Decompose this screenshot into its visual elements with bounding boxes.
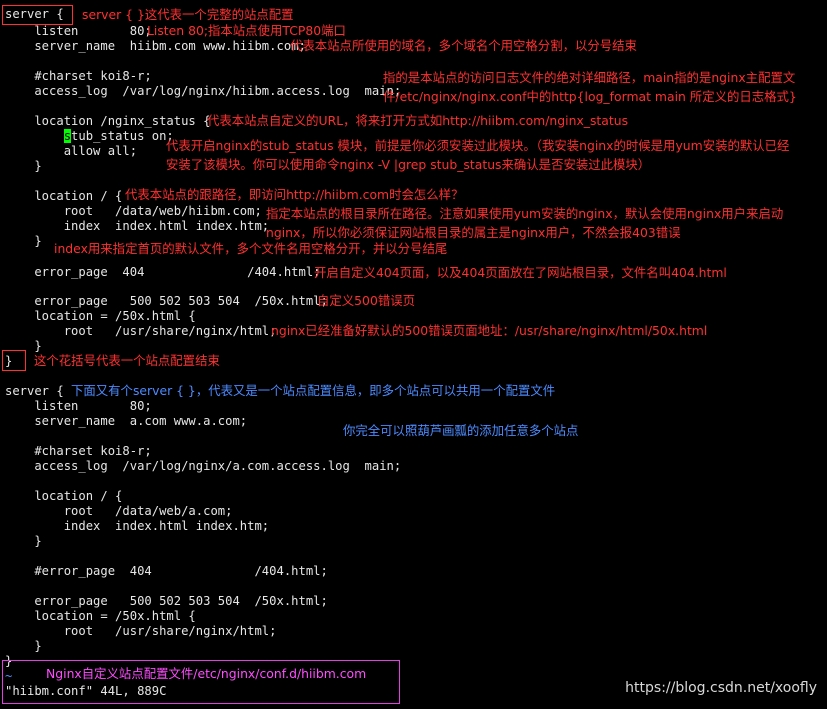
code-line: error_page 500 502 503 504 /50x.html; xyxy=(5,294,328,308)
annotation-config-file-path: Nginx自定义站点配置文件/etc/nginx/conf.d/hiibm.co… xyxy=(46,666,367,681)
annotation-close-brace: 这个花括号代表一个站点配置结束 xyxy=(34,353,220,368)
annotation-status-location: 代表本站点自定义的URL，将来打开方式如http://hiibm.com/ngi… xyxy=(207,113,629,128)
code-line: server { xyxy=(5,384,64,398)
server-close-highlight-box xyxy=(2,350,26,371)
annotation-access-log-2: 件/etc/nginx/nginx.conf中的http{log_format … xyxy=(383,89,797,104)
code-line: error_page 500 502 503 504 /50x.html; xyxy=(5,594,328,608)
code-line: location = /50x.html { xyxy=(5,309,196,323)
annotation-stub-status-1: 代表开启nginx的stub_status 模块，前提是你必须安装过此模块。（我… xyxy=(166,138,790,153)
code-line: root /usr/share/nginx/html; xyxy=(5,624,277,638)
code-line: index index.html index.htm; xyxy=(5,219,270,233)
code-line: location = /50x.html { xyxy=(5,609,196,623)
code-line: index index.html index.htm; xyxy=(5,519,270,533)
annotation-access-log-1: 指的是本站点的访问日志文件的绝对详细路径，main指的是nginx主配置文 xyxy=(383,70,796,85)
code-line: server_name a.com www.a.com; xyxy=(5,414,248,428)
code-line: server_name hiibm.com www.hiibm.com; xyxy=(5,39,306,53)
code-line: root /data/web/hiibm.com; xyxy=(5,204,262,218)
code-line: listen 80; xyxy=(5,24,152,38)
code-line: } xyxy=(5,234,42,248)
annotation-50x-path: nginx已经准备好默认的500错误页面地址：/usr/share/nginx/… xyxy=(271,323,708,338)
code-line: root /usr/share/nginx/html; xyxy=(5,324,277,338)
code-line: listen 80; xyxy=(5,399,152,413)
text-cursor: s xyxy=(63,129,72,143)
code-line: error_page 404 /404.html; xyxy=(5,265,321,279)
code-line: access_log /var/log/nginx/a.com.access.l… xyxy=(5,459,402,473)
annotation-add-sites: 你完全可以照葫芦画瓢的添加任意多个站点 xyxy=(343,423,579,438)
code-line: } xyxy=(5,159,42,173)
annotation-stub-status-2: 安装了该模块。你可以使用命令nginx -V |grep stub_status… xyxy=(166,157,651,172)
code-line: #charset koi8-r; xyxy=(5,444,152,458)
code-line: access_log /var/log/nginx/hiibm.access.l… xyxy=(5,84,402,98)
code-line: location / { xyxy=(5,489,123,503)
code-line: location /nginx_status { xyxy=(5,114,211,128)
annotation-404: 开启自定义404页面，以及404页面放在了网站根目录，文件名叫404.html xyxy=(314,265,727,280)
terminal-window[interactable]: server { listen 80; server_name hiibm.co… xyxy=(0,0,827,709)
annotation-root-location: 代表本站点的跟路径，即访问http://hiibm.com时会怎么样？ xyxy=(125,187,464,202)
code-line: #charset koi8-r; xyxy=(5,69,152,83)
code-line: location / { xyxy=(5,189,123,203)
code-line: allow all; xyxy=(5,144,138,158)
watermark: https://blog.csdn.net/xoofly xyxy=(625,680,817,696)
annotation-second-server: 下面又有个server { }，代表又是一个站点配置信息，即多个站点可以共用一个… xyxy=(71,383,556,398)
code-line: stub_status on; xyxy=(63,129,174,143)
code-line: root /data/web/a.com; xyxy=(5,504,233,518)
annotation-index: index用来指定首页的默认文件，多个文件名用空格分开，并以分号结尾 xyxy=(54,241,448,256)
server-open-highlight-box xyxy=(2,5,73,25)
annotation-root-1: 指定本站点的根目录所在路径。注意如果使用yum安装的nginx，默认会使用ngi… xyxy=(266,206,784,221)
annotation-500: 自定义500错误页 xyxy=(317,293,415,308)
code-line: } xyxy=(5,639,42,653)
annotation-server-name: 代表本站点所使用的域名，多个域名个用空格分割，以分号结束 xyxy=(290,38,637,53)
code-line: #error_page 404 /404.html; xyxy=(5,564,328,578)
code-line: } xyxy=(5,534,42,548)
